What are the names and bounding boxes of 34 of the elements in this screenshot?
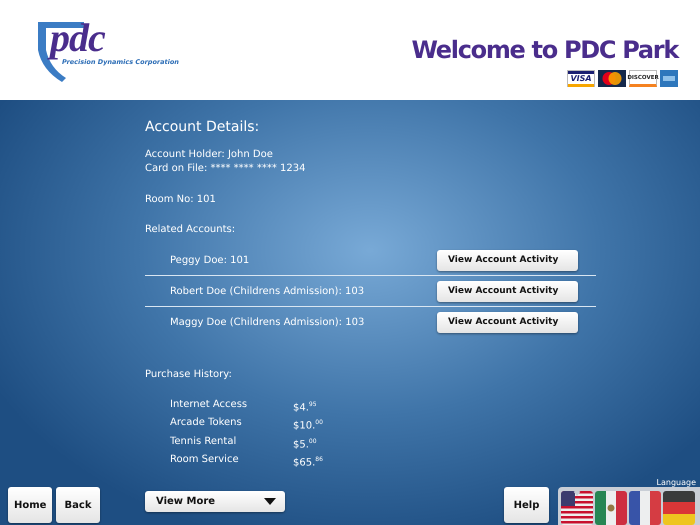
purchase-price: $10.$^{00}$ xyxy=(293,418,324,434)
visa-card-icon: VISA xyxy=(567,70,595,87)
us-flag-icon[interactable] xyxy=(561,491,593,525)
room-number: Room No: 101 xyxy=(145,193,217,207)
purchase-item: Tennis Rental xyxy=(170,434,238,449)
nav-button[interactable]: Home xyxy=(8,487,52,523)
mexico-flag-icon[interactable] xyxy=(595,491,627,525)
purchase-item: Arcade Tokens xyxy=(170,416,243,430)
purchase-item: Internet Access xyxy=(170,398,248,412)
germany-flag-icon[interactable] xyxy=(663,491,695,525)
account-holder: Account Holder: John Doe xyxy=(145,148,274,162)
view-account-activity-button[interactable]: View Account Activity xyxy=(437,280,578,302)
card-on-file: Card on File: **** **** **** 1234 xyxy=(145,162,306,176)
section-label: Related Accounts: xyxy=(145,223,236,237)
section-label: Purchase History: xyxy=(145,368,233,382)
caret-icon xyxy=(264,498,276,506)
related-account: Robert Doe (Childrens Admission): 103 xyxy=(170,286,364,296)
related-account: Peggy Doe: 101 xyxy=(170,254,250,266)
view-account-activity-button[interactable]: View Account Activity xyxy=(437,250,578,270)
mastercard-card-icon xyxy=(598,70,626,87)
purchase-item: Room Service xyxy=(170,452,240,467)
purchase-price: $4.$^{95}$ xyxy=(293,400,318,416)
language-label: Language xyxy=(656,478,696,487)
purchase-price: $5.$^{00}$ xyxy=(293,436,318,452)
help-button[interactable]: Help xyxy=(504,487,549,523)
nav-button[interactable]: Back xyxy=(56,487,100,523)
section-title: Account Details: xyxy=(145,118,260,137)
view-more-dropdown[interactable]: View More xyxy=(145,491,285,512)
france-flag-icon[interactable] xyxy=(629,491,661,525)
purchase-price: $65.$^{86}$ xyxy=(293,454,324,470)
view-account-activity-button[interactable]: View Account Activity xyxy=(437,312,578,332)
amex-card-icon xyxy=(660,70,678,87)
related-account: Maggy Doe (Childrens Admission): 103 xyxy=(170,316,364,328)
page-title: Welcome to PDC Park xyxy=(411,36,678,64)
